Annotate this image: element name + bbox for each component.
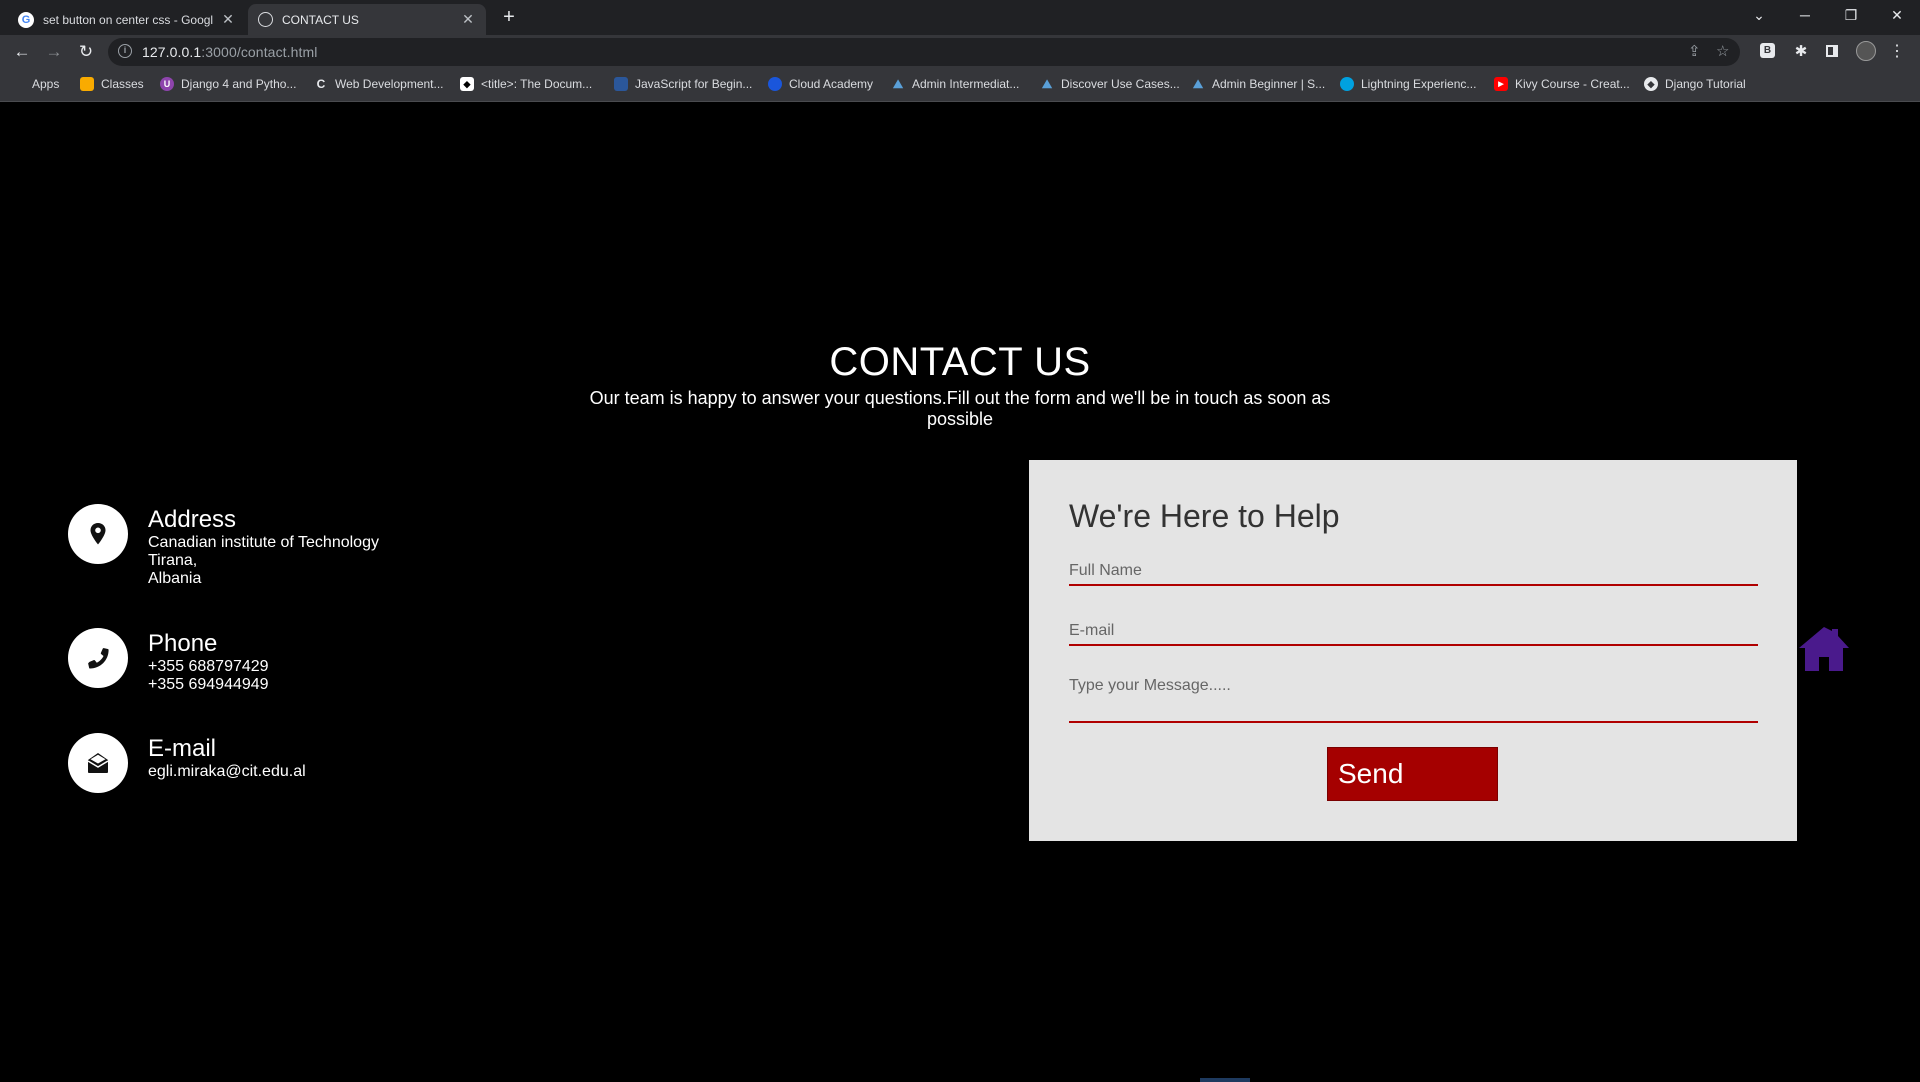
- form-title: We're Here to Help: [1069, 498, 1340, 534]
- bookmark-django-tutorial[interactable]: ◆ Django Tutorial: [1644, 77, 1746, 91]
- home-icon[interactable]: [1797, 624, 1851, 674]
- phone-icon: [68, 628, 128, 688]
- address-title: Address: [148, 506, 237, 533]
- classroom-icon: [80, 77, 94, 91]
- close-tab-icon[interactable]: ✕: [220, 11, 236, 28]
- bookmark-apps[interactable]: Apps: [14, 77, 59, 91]
- menu-kebab-icon[interactable]: ⋮: [1888, 42, 1906, 60]
- contact-email: E-mail egli.miraka@cit.edu.al: [68, 733, 306, 793]
- tab-title: set button on center css - Googl: [43, 12, 214, 27]
- mdn-icon: ◆: [460, 77, 474, 91]
- address-bar[interactable]: i 127.0.0.1:3000/contact.html ⇪ ☆: [108, 38, 1740, 66]
- puzzle-extensions-icon[interactable]: ✱: [1792, 42, 1810, 60]
- phone-number: +355 688797429: [148, 658, 269, 675]
- full-name-input[interactable]: [1069, 557, 1758, 586]
- forward-icon[interactable]: →: [42, 40, 66, 64]
- message-textarea[interactable]: [1069, 677, 1758, 723]
- address-line: Albania: [148, 570, 202, 587]
- trailhead-icon: ⛰: [1041, 76, 1053, 91]
- bookmark-javascript[interactable]: JavaScript for Begin...: [614, 77, 752, 91]
- page-title: CONTACT US: [829, 340, 1091, 384]
- email-title: E-mail: [148, 735, 217, 762]
- tab-search-icon[interactable]: ⌄: [1736, 0, 1782, 30]
- tab-google-search[interactable]: G set button on center css - Googl ✕: [8, 4, 246, 35]
- bookmark-lightning-experience[interactable]: Lightning Experienc...: [1340, 77, 1476, 91]
- address-line: Tirana,: [148, 552, 198, 569]
- contact-phone: Phone +355 688797429 +355 694944949: [68, 628, 269, 694]
- course-icon: [614, 77, 628, 91]
- back-icon[interactable]: ←: [10, 40, 34, 64]
- browser-tab-bar: G set button on center css - Googl ✕ CON…: [0, 0, 1920, 35]
- cloud-academy-icon: [768, 77, 782, 91]
- globe-icon: [258, 12, 273, 27]
- google-icon: G: [18, 11, 34, 28]
- bookmarks-bar: Apps Classes U Django 4 and Pytho... C Web…: [0, 69, 1920, 102]
- coursera-icon: C: [316, 77, 326, 91]
- trailhead-icon: ⛰: [1192, 76, 1204, 91]
- minimize-icon[interactable]: ─: [1782, 0, 1828, 30]
- bookmark-cloud-academy[interactable]: Cloud Academy: [768, 77, 873, 91]
- phone-title: Phone: [148, 630, 218, 657]
- phone-number: +355 694944949: [148, 676, 269, 693]
- contact-form: We're Here to Help Send: [1029, 460, 1797, 841]
- bookmark-star-icon[interactable]: ☆: [1716, 42, 1729, 60]
- bookmark-django-4[interactable]: U Django 4 and Pytho...: [160, 77, 296, 91]
- salesforce-cloud-icon: [1340, 77, 1354, 91]
- restore-icon[interactable]: ❐: [1828, 0, 1874, 30]
- scroll-indicator: [1200, 1078, 1250, 1082]
- apps-grid-icon: [14, 79, 25, 90]
- bookmark-discover-use-cases[interactable]: ⛰ Discover Use Cases...: [1040, 76, 1180, 92]
- new-tab-button[interactable]: +: [498, 6, 520, 28]
- udemy-icon: U: [160, 77, 174, 91]
- bookmark-web-development[interactable]: C Web Development...: [314, 77, 444, 91]
- email-input[interactable]: [1069, 617, 1758, 646]
- close-window-icon[interactable]: ✕: [1874, 0, 1920, 30]
- map-pin-icon: [68, 504, 128, 564]
- youtube-icon: ▶: [1494, 77, 1508, 91]
- trailhead-icon: ⛰: [892, 76, 904, 91]
- tab-contact-us[interactable]: CONTACT US ✕: [248, 4, 486, 35]
- bookmark-classes[interactable]: Classes: [80, 77, 144, 91]
- email-address: egli.miraka@cit.edu.al: [148, 763, 306, 780]
- bookmark-admin-intermediate[interactable]: ⛰ Admin Intermediat...: [891, 76, 1019, 92]
- contact-page: CONTACT US Our team is happy to answer y…: [0, 102, 1920, 1082]
- bookmark-mdn-title[interactable]: ◆ <title>: The Docum...: [460, 77, 592, 91]
- url-text[interactable]: 127.0.0.1:3000/contact.html: [142, 44, 318, 60]
- django-icon: ◆: [1644, 77, 1658, 91]
- bookmark-admin-beginner[interactable]: ⛰ Admin Beginner | S...: [1191, 76, 1325, 92]
- browser-toolbar: ← → ↻ i 127.0.0.1:3000/contact.html ⇪ ☆ …: [0, 35, 1920, 69]
- profile-avatar[interactable]: [1856, 41, 1876, 61]
- send-button[interactable]: Send: [1327, 747, 1498, 801]
- page-subtitle: Our team is happy to answer your questio…: [589, 388, 1331, 429]
- envelope-open-icon: [68, 733, 128, 793]
- close-tab-icon[interactable]: ✕: [460, 11, 476, 28]
- bookmark-kivy-course[interactable]: ▶ Kivy Course - Creat...: [1494, 77, 1630, 91]
- tab-title: CONTACT US: [282, 12, 359, 27]
- reload-icon[interactable]: ↻: [74, 40, 98, 64]
- share-icon[interactable]: ⇪: [1688, 42, 1701, 60]
- side-panel-icon[interactable]: [1823, 42, 1841, 60]
- extension-b-icon[interactable]: B: [1760, 43, 1775, 58]
- contact-address: Address Canadian institute of Technology…: [68, 504, 379, 588]
- site-info-icon[interactable]: i: [118, 44, 132, 58]
- address-line: Canadian institute of Technology: [148, 534, 379, 551]
